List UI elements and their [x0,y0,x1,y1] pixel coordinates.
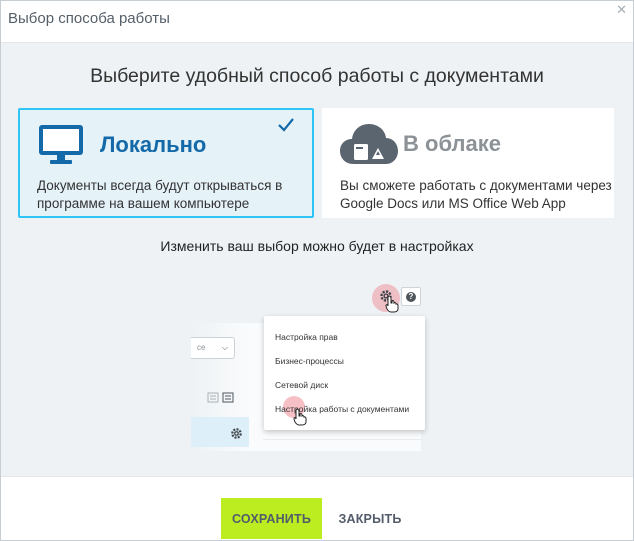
dialog: Выбор способа работы ✕ Выберите удобный … [0,0,634,541]
illustration-divider [263,439,423,440]
option-cloud-description: Вы сможете работать с документами через … [340,178,612,211]
dialog-footer: СОХРАНИТЬ ЗАКРЫТЬ [1,476,633,540]
page-heading: Выберите удобный способ работы с докумен… [90,65,544,87]
menu-item-network-drive: Сетевой диск [275,380,329,390]
hand-cursor-icon [385,295,399,313]
dialog-titlebar: Выбор способа работы ✕ [1,1,633,43]
save-button[interactable]: СОХРАНИТЬ [221,498,322,539]
hand-cursor-icon [293,408,307,426]
illustration-select-value: се [197,343,206,352]
settings-illustration: се ⌵ ? Настройка прав Бизнес-процессы Се… [191,279,441,451]
settings-dropdown-menu: Настройка прав Бизнес-процессы Сетевой д… [264,316,425,430]
menu-item-permissions: Настройка прав [275,332,338,342]
gear-icon [231,428,242,439]
option-cloud-title: В облаке [403,131,501,156]
cloud-drive-icon [340,124,398,164]
menu-item-business-processes: Бизнес-процессы [275,356,344,366]
close-button[interactable]: ЗАКРЫТЬ [331,498,409,539]
close-icon[interactable]: ✕ [616,2,627,18]
monitor-icon [39,125,83,164]
option-cloud-card[interactable]: В облаке Вы сможете работать с документа… [322,108,614,218]
check-icon [278,118,294,132]
chevron-down-icon: ⌵ [221,343,228,352]
dialog-title: Выбор способа работы [8,10,170,27]
settings-hint: Изменить ваш выбор можно будет в настрой… [160,238,474,254]
question-icon: ? [406,292,416,302]
illustration-select: се ⌵ [191,337,235,359]
option-local-title: Локально [100,132,207,157]
option-local-card[interactable]: Локально Документы всегда будут открыват… [18,108,314,218]
option-local-description: Документы всегда будут открываться в про… [37,178,283,211]
view-mode-icons [207,392,234,403]
help-button: ? [401,287,421,306]
